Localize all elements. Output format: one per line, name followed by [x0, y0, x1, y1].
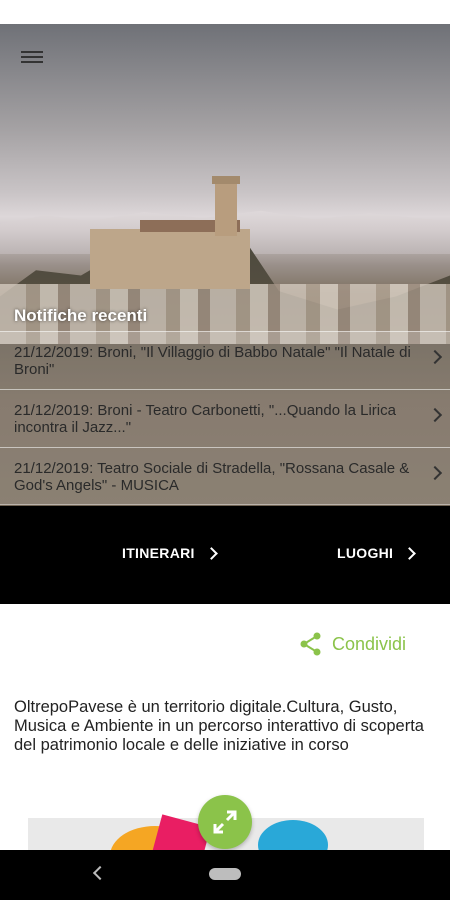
share-label: Condividi — [332, 633, 407, 654]
chevron-right-icon — [427, 407, 443, 423]
luoghi-link[interactable]: LUOGHI — [337, 545, 417, 561]
notification-item[interactable]: 21/12/2019: Broni, "Il Villaggio di Babb… — [0, 331, 450, 389]
expand-icon — [213, 810, 237, 834]
hero-castle-tower — [212, 176, 240, 236]
share-icon — [300, 632, 321, 656]
share-button[interactable]: Condividi — [300, 632, 406, 656]
chevron-right-icon — [204, 546, 218, 560]
home-pill-icon[interactable] — [209, 868, 241, 880]
notifications-title: Notifiche recenti — [14, 306, 148, 325]
notification-text: 21/12/2019: Broni, "Il Villaggio di Babb… — [14, 344, 411, 378]
chevron-right-icon — [427, 465, 443, 481]
intro-description: OltrepoPavese è un territorio digitale.C… — [14, 698, 424, 754]
luoghi-label: LUOGHI — [337, 545, 394, 561]
hamburger-menu-icon[interactable] — [20, 48, 44, 66]
chevron-right-icon — [427, 349, 443, 365]
chevron-right-icon — [403, 546, 417, 560]
status-bar — [0, 0, 450, 24]
expand-button[interactable] — [198, 795, 252, 849]
notifications-list: 21/12/2019: Broni, "Il Villaggio di Babb… — [0, 331, 450, 505]
hero-castle — [90, 229, 250, 289]
notification-item[interactable]: 21/12/2019: Teatro Sociale di Stradella,… — [0, 447, 450, 505]
notification-item[interactable]: 21/12/2019: Broni - Teatro Carbonetti, "… — [0, 389, 450, 447]
itinerari-link[interactable]: ITINERARI — [122, 545, 218, 561]
notification-text: 21/12/2019: Teatro Sociale di Stradella,… — [14, 460, 410, 494]
notification-text: 21/12/2019: Broni - Teatro Carbonetti, "… — [14, 402, 396, 436]
itinerari-label: ITINERARI — [122, 545, 195, 561]
